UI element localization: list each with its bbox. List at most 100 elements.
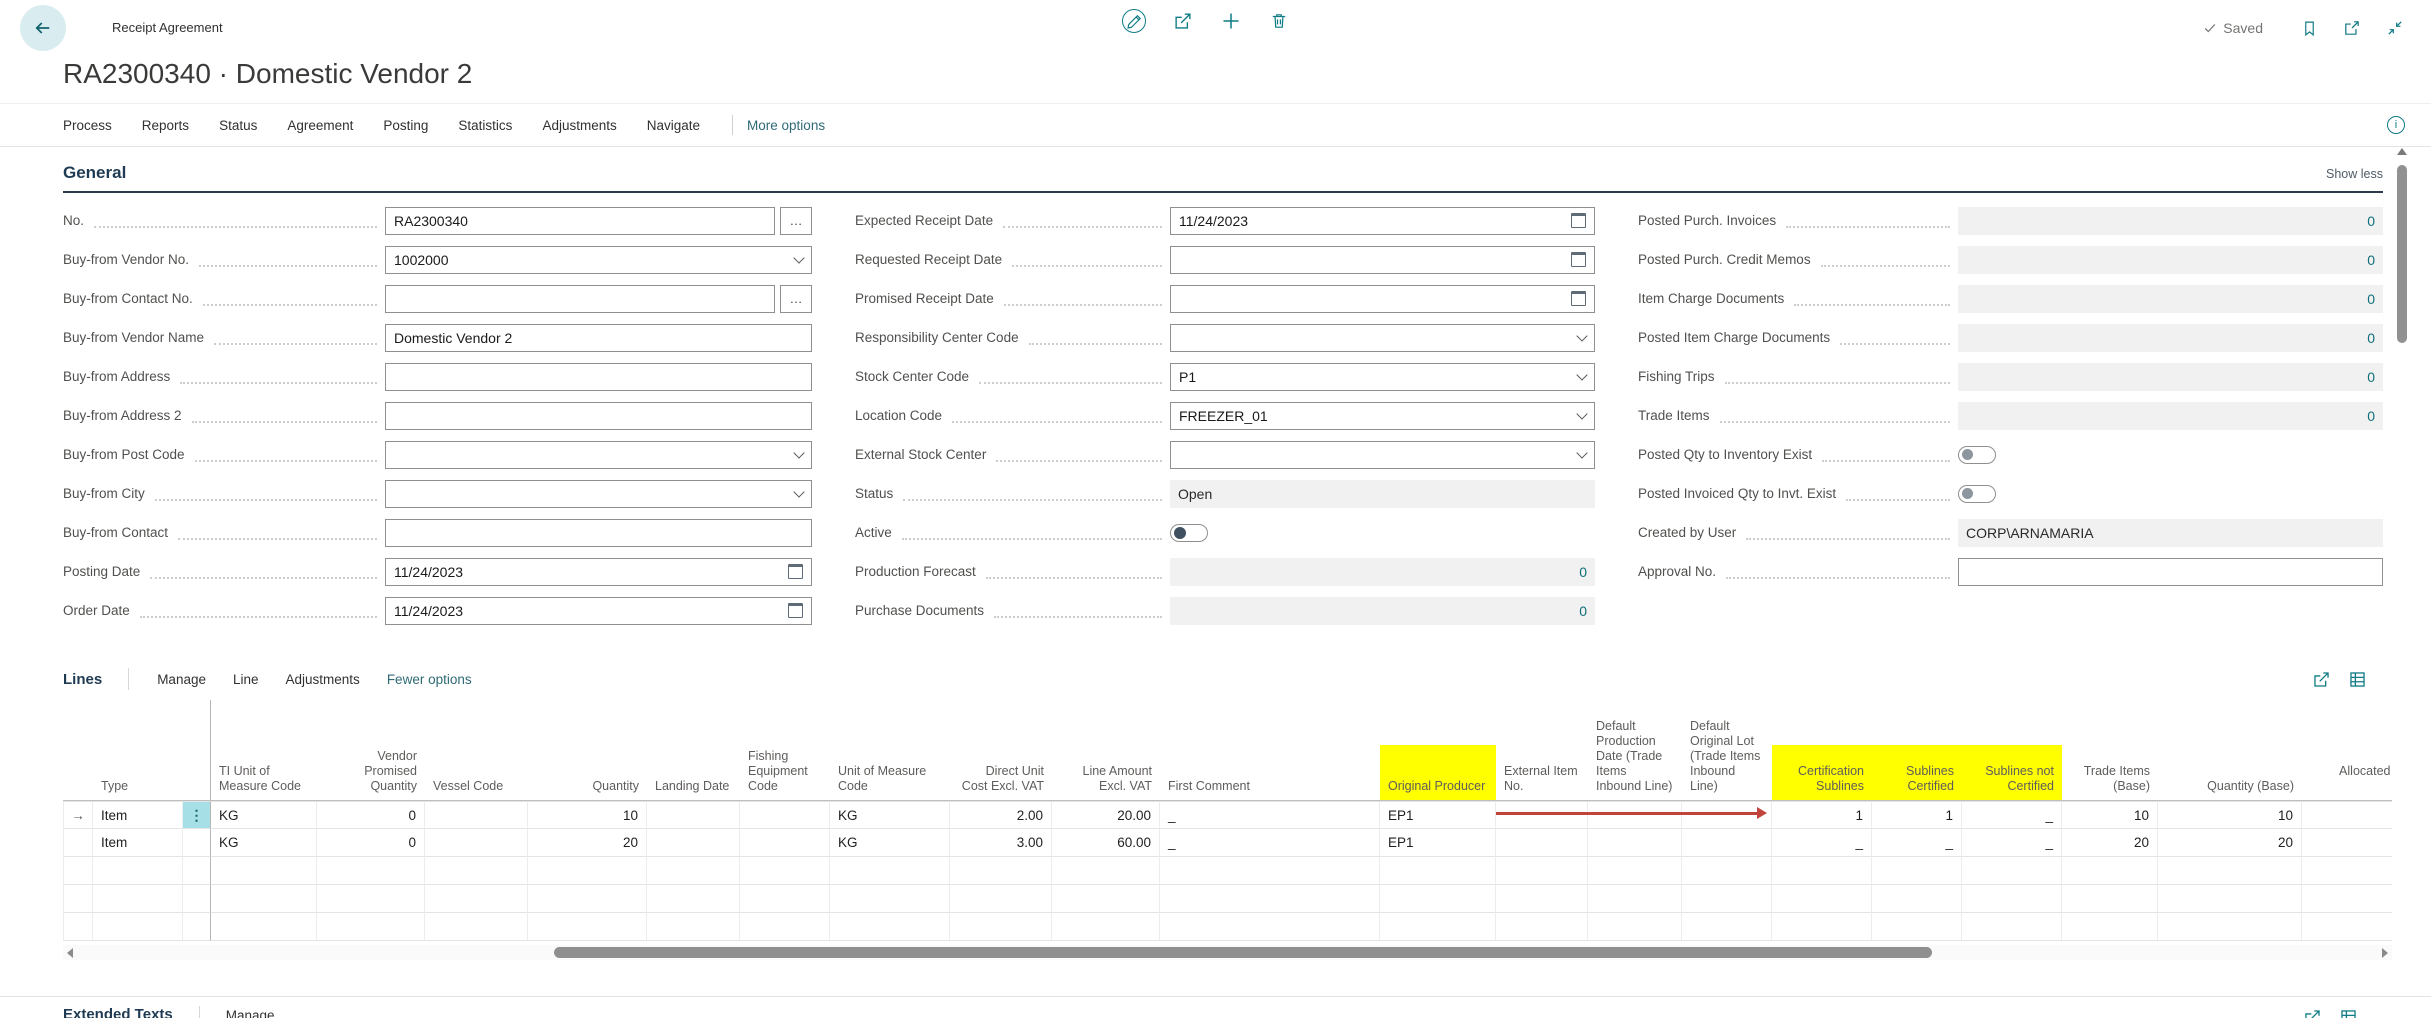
cell-landing-date[interactable]	[647, 857, 740, 885]
collapse-button[interactable]	[2384, 17, 2406, 39]
cell-certification-sublines[interactable]: 1	[1772, 801, 1872, 829]
column-header-vessel-code[interactable]: Vessel Code	[425, 700, 528, 800]
chevron-down-icon[interactable]	[1576, 408, 1587, 419]
posted-item-charge-documents-drilldown-value[interactable]: 0	[1958, 324, 2383, 352]
cell-external-item-no[interactable]	[1496, 801, 1588, 829]
cell-type[interactable]	[93, 857, 183, 885]
active-row-indicator[interactable]: →	[63, 801, 93, 829]
back-button[interactable]	[20, 5, 66, 51]
new-button[interactable]	[1220, 10, 1242, 32]
cell-certification-sublines[interactable]: _	[1772, 829, 1872, 857]
cell-sublines-certified[interactable]: _	[1872, 829, 1962, 857]
column-header-line-amount-excl-vat[interactable]: Line Amount Excl. VAT	[1052, 700, 1160, 800]
chevron-down-icon[interactable]	[1576, 369, 1587, 380]
calendar-icon[interactable]	[1571, 291, 1586, 306]
production-forecast-drilldown-value[interactable]: 0	[1170, 558, 1595, 586]
cell-unit-of-measure-code[interactable]	[830, 857, 950, 885]
buy-from-post-code-input[interactable]	[385, 441, 812, 469]
cell-unit-of-measure-code[interactable]: KG	[830, 801, 950, 829]
cell-first-comment[interactable]: _	[1160, 801, 1380, 829]
cell-default-production-date[interactable]	[1588, 857, 1682, 885]
column-header-certification-sublines[interactable]: Certification Sublines	[1772, 700, 1872, 800]
column-header-quantity-base[interactable]: Quantity (Base)	[2158, 700, 2302, 800]
lines-heading[interactable]: Lines	[63, 671, 102, 688]
cell-fishing-equipment-code[interactable]	[740, 913, 830, 941]
general-heading[interactable]: General	[63, 163, 126, 183]
cell-line-amount-excl-vat[interactable]: 60.00	[1052, 829, 1160, 857]
column-header-direct-unit-cost-excl-vat[interactable]: Direct Unit Cost Excl. VAT	[950, 700, 1052, 800]
fewer-options-button[interactable]: Fewer options	[387, 672, 472, 687]
fishing-trips-drilldown-value[interactable]: 0	[1958, 363, 2383, 391]
column-header-fishing-equipment-code[interactable]: Fishing Equipment Code	[740, 700, 830, 800]
row-selector-cell[interactable]	[63, 885, 93, 913]
cell-trade-items-base[interactable]	[2062, 913, 2158, 941]
cell-certification-sublines[interactable]	[1772, 857, 1872, 885]
cell-landing-date[interactable]	[647, 885, 740, 913]
open-in-excel-button[interactable]	[2346, 668, 2368, 690]
row-selector-cell[interactable]	[63, 829, 93, 857]
cell-type[interactable]: Item	[93, 829, 183, 857]
no-assist-button[interactable]	[780, 207, 812, 235]
item-charge-documents-drilldown-value[interactable]: 0	[1958, 285, 2383, 313]
column-header-default-original-lot[interactable]: Default Original Lot (Trade Items Inboun…	[1682, 700, 1772, 800]
cell-default-original-lot[interactable]	[1682, 885, 1772, 913]
cell-certification-sublines[interactable]	[1772, 913, 1872, 941]
column-header-trade-items-base[interactable]: Trade Items (Base)	[2062, 700, 2158, 800]
cell-line-amount-excl-vat[interactable]	[1052, 885, 1160, 913]
scroll-left-arrow-icon[interactable]	[67, 948, 73, 958]
cell-original-producer[interactable]	[1380, 857, 1496, 885]
cell-direct-unit-cost-excl-vat[interactable]	[950, 857, 1052, 885]
column-header-row-menu[interactable]	[183, 700, 211, 800]
cell-first-comment[interactable]	[1160, 857, 1380, 885]
cell-fishing-equipment-code[interactable]	[740, 829, 830, 857]
chevron-down-icon[interactable]	[1576, 330, 1587, 341]
cell-unit-of-measure-code[interactable]	[830, 913, 950, 941]
cell-unit-of-measure-code[interactable]	[830, 885, 950, 913]
cell-line-amount-excl-vat[interactable]	[1052, 913, 1160, 941]
extended-texts-heading[interactable]: Extended Texts	[63, 1006, 175, 1018]
cell-allocated-no-tis-base[interactable]	[2302, 885, 2392, 913]
calendar-icon[interactable]	[788, 603, 803, 618]
column-header-sublines-not-certified[interactable]: Sublines not Certified	[1962, 700, 2062, 800]
cell-quantity-base[interactable]	[2158, 885, 2302, 913]
ribbon-tab-navigate[interactable]: Navigate	[647, 118, 700, 133]
trade-items-drilldown-value[interactable]: 0	[1958, 402, 2383, 430]
ribbon-tab-process[interactable]: Process	[63, 118, 112, 133]
buy-from-contact-no-input[interactable]	[385, 285, 775, 313]
cell-original-producer[interactable]: EP1	[1380, 829, 1496, 857]
lines-menu-manage[interactable]: Manage	[157, 672, 206, 687]
cell-first-comment[interactable]	[1160, 913, 1380, 941]
cell-external-item-no[interactable]	[1496, 913, 1588, 941]
column-header-original-producer[interactable]: Original Producer	[1380, 700, 1496, 800]
horizontal-scrollbar[interactable]	[63, 945, 2392, 960]
column-header-quantity[interactable]: Quantity	[528, 700, 647, 800]
cell-default-production-date[interactable]	[1588, 913, 1682, 941]
order-date-input[interactable]: 11/24/2023	[385, 597, 812, 625]
field-value[interactable]: 0	[1579, 564, 1587, 580]
bookmark-button[interactable]	[2298, 17, 2320, 39]
ribbon-tab-agreement[interactable]: Agreement	[287, 118, 353, 133]
cell-landing-date[interactable]	[647, 801, 740, 829]
horizontal-scroll-thumb[interactable]	[554, 947, 1932, 958]
chevron-down-icon[interactable]	[793, 486, 804, 497]
field-value[interactable]: 0	[2367, 408, 2375, 424]
cell-first-comment[interactable]: _	[1160, 829, 1380, 857]
cell-sublines-certified[interactable]: 1	[1872, 801, 1962, 829]
row-selector-cell[interactable]	[63, 913, 93, 941]
cell-trade-items-base[interactable]	[2062, 885, 2158, 913]
share-button[interactable]	[1172, 10, 1194, 32]
cell-external-item-no[interactable]	[1496, 885, 1588, 913]
cell-sublines-not-certified[interactable]: _	[1962, 801, 2062, 829]
cell-vendor-promised-quantity[interactable]: 0	[317, 801, 425, 829]
cell-external-item-no[interactable]	[1496, 857, 1588, 885]
cell-landing-date[interactable]	[647, 829, 740, 857]
cell-first-comment[interactable]	[1160, 885, 1380, 913]
cell-original-producer[interactable]: EP1	[1380, 801, 1496, 829]
calendar-icon[interactable]	[1571, 252, 1586, 267]
vertical-scrollbar[interactable]	[2394, 148, 2410, 1018]
cell-ti-unit-of-measure-code[interactable]	[211, 913, 317, 941]
cell-sublines-certified[interactable]	[1872, 913, 1962, 941]
buy-from-address-2-input[interactable]	[385, 402, 812, 430]
cell-vendor-promised-quantity[interactable]: 0	[317, 829, 425, 857]
cell-quantity-base[interactable]: 20	[2158, 829, 2302, 857]
